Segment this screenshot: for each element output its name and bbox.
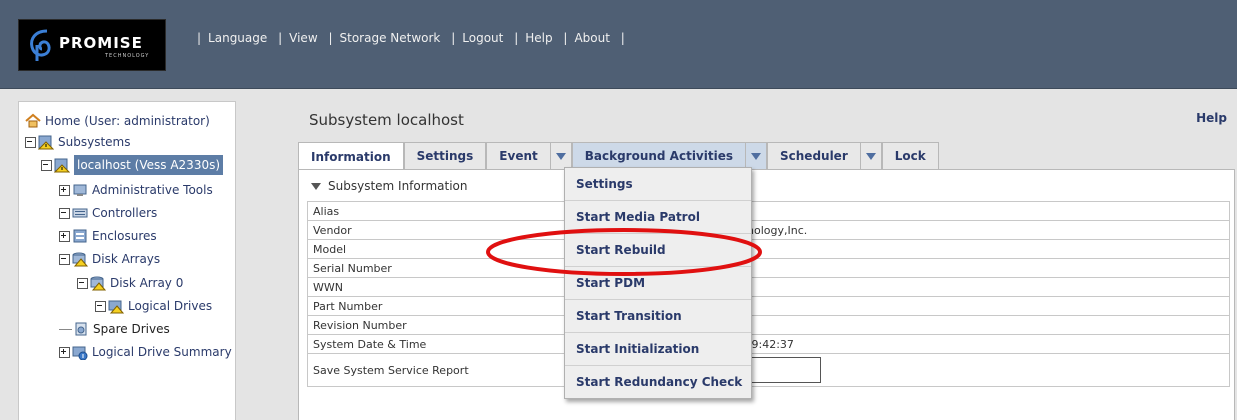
table-row: Revision Number	[307, 315, 1230, 335]
section-title: Subsystem Information	[328, 179, 468, 193]
tab-event[interactable]: Event	[486, 142, 551, 169]
tree-item-spare-drives[interactable]: Spare Drives	[59, 319, 170, 339]
collapse-icon[interactable]	[25, 136, 36, 148]
collapse-icon[interactable]	[41, 159, 52, 171]
table-row: Models	[307, 239, 1230, 259]
disk-array-warning-icon	[90, 276, 106, 291]
tab-settings[interactable]: Settings	[403, 142, 487, 169]
tree-item-home[interactable]: Home (User: administrator)	[25, 111, 210, 131]
tree-item-administrative-tools[interactable]: Administrative Tools	[59, 180, 213, 200]
tab-background-activities[interactable]: Background Activities	[571, 142, 746, 169]
tree-item-subsystems[interactable]: Subsystems	[25, 132, 130, 152]
home-icon	[25, 113, 41, 128]
table-row: WWNfff	[307, 277, 1230, 297]
top-bar: PROMISE TECHNOLOGY | Language | View | Stor…	[0, 0, 1237, 89]
content-area: Subsystem Information Alias Vendor chnolo…	[298, 169, 1235, 420]
main-panel: Subsystem localhost Help Information Set…	[289, 101, 1237, 420]
collapse-icon[interactable]	[77, 277, 88, 289]
nav-logout[interactable]: Logout	[462, 31, 503, 45]
spare-drive-icon	[75, 322, 87, 336]
tab-scheduler[interactable]: Scheduler	[767, 142, 861, 169]
subsystems-warning-icon	[38, 135, 54, 150]
chevron-down-icon	[865, 152, 876, 160]
table-row: Save System Service Report	[307, 353, 1230, 387]
nav-about[interactable]: About	[574, 31, 609, 45]
table-row: Serial Number	[307, 258, 1230, 278]
menu-item-start-media-patrol[interactable]: Start Media Patrol	[565, 201, 751, 234]
nav-language[interactable]: Language	[208, 31, 267, 45]
scheduler-menu-arrow[interactable]	[860, 142, 882, 169]
table-row: System Date & Time 6 19:42:37	[307, 334, 1230, 354]
tree-item-logical-drive-summary[interactable]: Logical Drive Summary	[59, 342, 232, 362]
tree-item-localhost[interactable]: localhost (Vess A2330s)	[41, 155, 224, 175]
table-row: Alias	[307, 201, 1230, 221]
navigation-tree: Home (User: administrator) Subsystems lo…	[18, 101, 236, 420]
background-activities-menu-arrow[interactable]	[746, 142, 767, 169]
expand-icon[interactable]	[59, 230, 70, 242]
expand-icon[interactable]	[59, 346, 70, 358]
top-nav: | Language | View | Storage Network | Logout…	[197, 31, 625, 45]
menu-item-start-rebuild[interactable]: Start Rebuild	[565, 234, 751, 267]
tab-bar: Information Settings Event Background Ac…	[298, 142, 939, 170]
table-row: Vendor chnology,Inc.	[307, 220, 1230, 240]
tree-item-enclosures[interactable]: Enclosures	[59, 226, 157, 246]
promise-logo-mark-icon	[30, 29, 51, 61]
subsystem-info-table: Alias Vendorchnology,Inc. Models Serial …	[307, 201, 1230, 387]
page-title: Subsystem localhost	[309, 111, 464, 129]
tree-item-disk-array-0[interactable]: Disk Array 0	[77, 273, 183, 293]
tab-information[interactable]: Information	[298, 142, 404, 170]
tree-item-logical-drives[interactable]: Logical Drives	[95, 296, 212, 316]
logo-subtext: TECHNOLOGY	[105, 53, 150, 59]
chevron-down-icon	[751, 152, 761, 160]
disk-arrays-warning-icon	[72, 252, 88, 267]
event-menu-arrow[interactable]	[550, 142, 572, 169]
menu-item-start-initialization[interactable]: Start Initialization	[565, 333, 751, 366]
admin-tools-icon	[73, 184, 87, 196]
subsystem-warning-icon	[54, 158, 70, 173]
collapse-icon[interactable]	[59, 207, 70, 219]
collapse-icon[interactable]	[95, 300, 106, 312]
expand-icon[interactable]	[59, 184, 70, 196]
menu-item-start-transition[interactable]: Start Transition	[565, 300, 751, 333]
nav-view[interactable]: View	[289, 31, 317, 45]
enclosure-icon	[73, 229, 87, 243]
nav-help[interactable]: Help	[525, 31, 552, 45]
logo-text: PROMISE	[59, 34, 143, 52]
menu-item-settings[interactable]: Settings	[565, 168, 751, 201]
tree-item-disk-arrays[interactable]: Disk Arrays	[59, 249, 160, 269]
table-row: Part Number	[307, 296, 1230, 316]
section-header[interactable]: Subsystem Information	[311, 179, 468, 193]
controller-icon	[72, 208, 88, 218]
menu-item-start-redundancy-check[interactable]: Start Redundancy Check	[565, 366, 751, 398]
collapse-triangle-icon	[311, 182, 321, 190]
tab-lock[interactable]: Lock	[881, 142, 939, 169]
menu-item-start-pdm[interactable]: Start PDM	[565, 267, 751, 300]
tree-item-controllers[interactable]: Controllers	[59, 203, 157, 223]
help-link[interactable]: Help	[1196, 111, 1227, 125]
nav-storage-network[interactable]: Storage Network	[340, 31, 441, 45]
logical-drive-summary-icon	[72, 346, 88, 360]
collapse-icon[interactable]	[59, 253, 70, 265]
promise-logo[interactable]: PROMISE TECHNOLOGY	[18, 19, 166, 71]
background-activities-menu: Settings Start Media Patrol Start Rebuil…	[564, 167, 752, 399]
chevron-down-icon	[555, 152, 566, 160]
logical-drives-warning-icon	[108, 300, 124, 314]
